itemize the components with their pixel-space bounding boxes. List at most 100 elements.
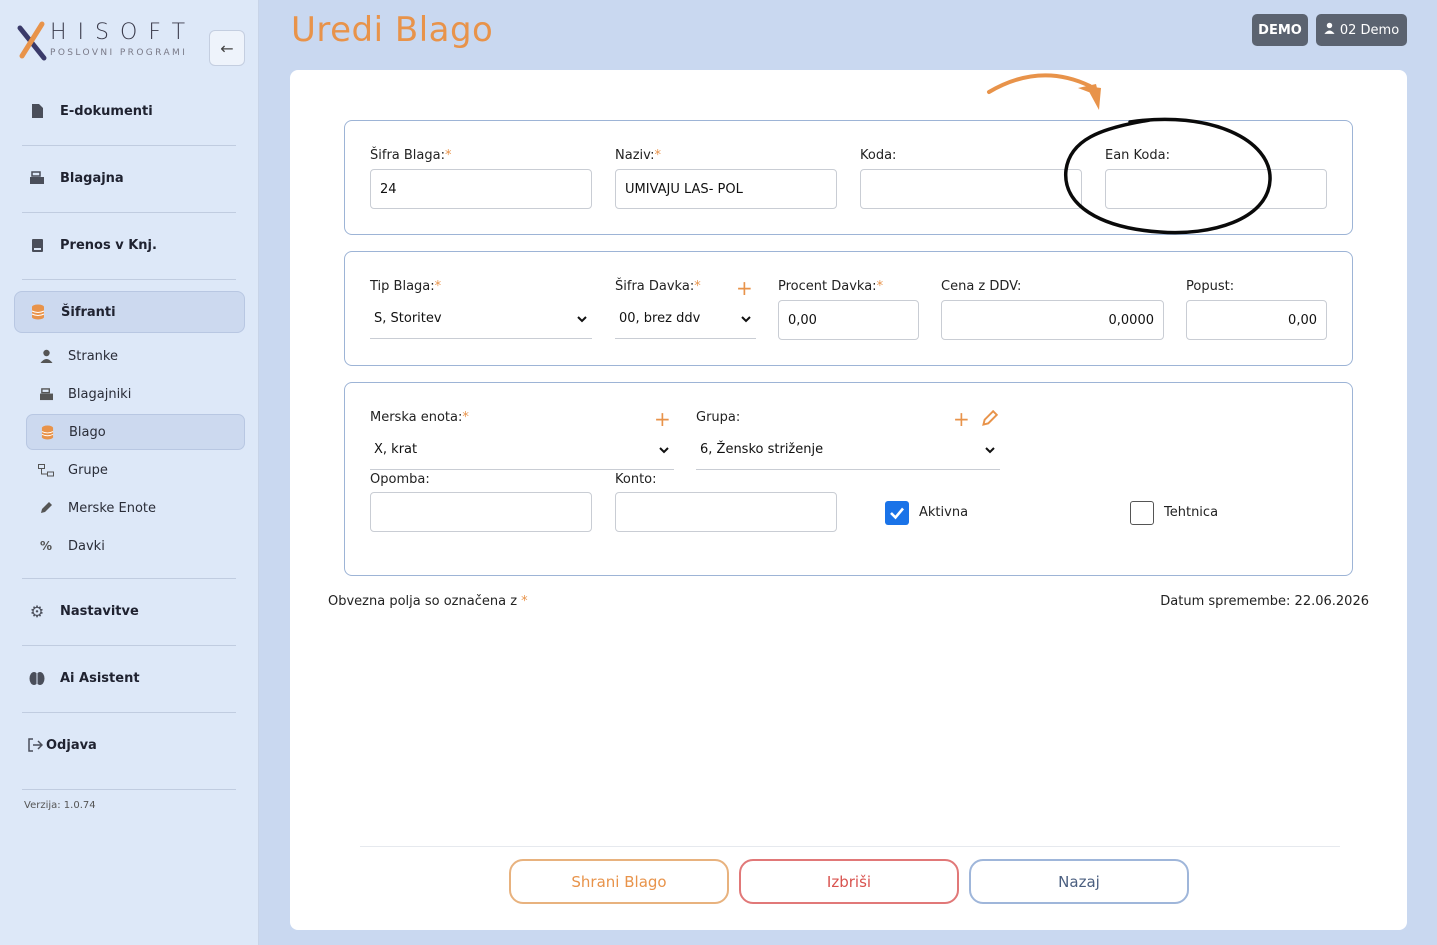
sidebar-item-label: Ai Asistent xyxy=(60,670,140,686)
naziv-input[interactable]: UMIVAJU LAS- POL xyxy=(615,169,837,209)
logo-text: HISOFT xyxy=(50,20,197,45)
merska-enota-select[interactable]: X, krat xyxy=(370,430,674,470)
sidebar-subitem-blago[interactable]: Blago xyxy=(26,414,245,450)
procent-davka-label: Procent Davka:* xyxy=(778,279,884,294)
tehtnica-label[interactable]: Tehtnica xyxy=(1164,505,1218,520)
grupa-select[interactable]: 6, Žensko striženje xyxy=(696,430,1000,470)
konto-input[interactable] xyxy=(615,492,837,532)
chevron-down-icon xyxy=(741,315,751,322)
sidebar-item-blagajna[interactable]: Blagajna xyxy=(14,157,245,199)
sidebar-divider xyxy=(22,578,236,579)
sidebar-subitem-label: Merske Enote xyxy=(68,500,157,516)
check-icon xyxy=(890,507,904,520)
file-icon xyxy=(28,102,46,120)
footer-divider xyxy=(360,846,1340,847)
sidebar-subitem-label: Davki xyxy=(68,538,105,554)
chevron-down-icon xyxy=(577,315,587,322)
sidebar-subitem-label: Blagajniki xyxy=(68,386,132,402)
add-merska-plus-icon[interactable]: + xyxy=(654,409,671,429)
page-title: Uredi Blago xyxy=(291,10,494,50)
user-menu-button[interactable]: 02 Demo xyxy=(1316,14,1407,46)
sidebar-item-odjava[interactable]: Odjava xyxy=(14,724,245,766)
opomba-input[interactable] xyxy=(370,492,592,532)
cash-register-icon xyxy=(38,386,54,402)
cash-register-icon xyxy=(28,169,46,187)
collapse-sidebar-button[interactable]: ← xyxy=(209,30,245,66)
add-davek-plus-icon[interactable]: + xyxy=(736,278,753,298)
save-button[interactable]: Shrani Blago xyxy=(509,859,729,904)
sidebar-item-ai-asistent[interactable]: Ai Asistent xyxy=(14,657,245,699)
user-icon xyxy=(1324,22,1335,38)
arrow-left-icon: ← xyxy=(220,38,234,58)
tip-blaga-select[interactable]: S, Storitev xyxy=(370,299,592,339)
cena-label: Cena z DDV: xyxy=(941,279,1022,294)
popust-input[interactable]: 0,00 xyxy=(1186,300,1327,340)
pencil-icon xyxy=(38,500,54,516)
koda-label: Koda: xyxy=(860,148,897,163)
tehtnica-checkbox[interactable] xyxy=(1130,501,1154,525)
sidebar-item-label: Odjava xyxy=(46,737,97,753)
percent-icon: % xyxy=(39,539,53,553)
sifra-blaga-input[interactable]: 24 xyxy=(370,169,592,209)
aktivna-checkbox[interactable] xyxy=(885,501,909,525)
edit-grupa-pencil-icon[interactable] xyxy=(981,409,999,431)
tip-blaga-value: S, Storitev xyxy=(374,311,442,326)
book-icon xyxy=(28,236,46,254)
section-details xyxy=(344,382,1353,576)
sidebar-subitem-merske-enote[interactable]: Merske Enote xyxy=(26,490,245,526)
gear-icon: ⚙ xyxy=(29,601,45,621)
logo-mark-icon xyxy=(17,21,47,61)
sidebar-subitem-label: Blago xyxy=(69,424,106,440)
required-fields-note: Obvezna polja so označena z * xyxy=(328,594,528,609)
hisoft-logo[interactable]: HISOFT POSLOVNI PROGRAMI xyxy=(16,18,196,66)
sidebar-subitem-label: Stranke xyxy=(68,348,118,364)
sidebar-divider xyxy=(22,712,236,713)
tip-blaga-label: Tip Blaga:* xyxy=(370,279,442,294)
sidebar-item-e-dokumenti[interactable]: E-dokumenti xyxy=(14,90,245,132)
koda-input[interactable] xyxy=(860,169,1082,209)
demo-badge: DEMO xyxy=(1252,14,1308,46)
sidebar-item-sifranti[interactable]: Šifranti xyxy=(14,291,245,333)
sidebar-item-label: Nastavitve xyxy=(60,603,139,619)
sidebar-item-label: Blagajna xyxy=(60,170,124,186)
logo-subtitle: POSLOVNI PROGRAMI xyxy=(50,48,188,58)
sidebar-item-label: Šifranti xyxy=(61,304,116,320)
sidebar-item-nastavitve[interactable]: ⚙ Nastavitve xyxy=(14,590,245,632)
sifra-davka-value: 00, brez ddv xyxy=(619,311,701,326)
sidebar-subitem-blagajniki[interactable]: Blagajniki xyxy=(26,376,245,412)
sifra-davka-label: Šifra Davka:* xyxy=(615,279,701,294)
ean-koda-input[interactable] xyxy=(1105,169,1327,209)
merska-enota-value: X, krat xyxy=(374,442,418,457)
sidebar-divider xyxy=(22,212,236,213)
sidebar-subitem-stranke[interactable]: Stranke xyxy=(26,338,245,374)
add-grupa-plus-icon[interactable]: + xyxy=(953,409,970,429)
sidebar-item-prenos[interactable]: Prenos v Knj. xyxy=(14,224,245,266)
opomba-label: Opomba: xyxy=(370,472,430,487)
sifra-blaga-label: Šifra Blaga:* xyxy=(370,148,452,163)
aktivna-label[interactable]: Aktivna xyxy=(919,505,968,520)
grupa-label: Grupa: xyxy=(696,410,741,425)
naziv-label: Naziv:* xyxy=(615,148,661,163)
sitemap-icon xyxy=(38,462,54,478)
logout-icon xyxy=(26,736,44,754)
procent-davka-input[interactable]: 0,00 xyxy=(778,300,919,340)
ean-koda-label: Ean Koda: xyxy=(1105,148,1170,163)
chevron-down-icon xyxy=(985,446,995,453)
datum-spremembe: Datum spremembe: 22.06.2026 xyxy=(1160,594,1369,609)
sidebar-divider xyxy=(22,279,236,280)
sidebar-divider xyxy=(22,789,236,790)
sidebar-divider xyxy=(22,145,236,146)
sifra-davka-select[interactable]: 00, brez ddv xyxy=(615,299,756,339)
back-button[interactable]: Nazaj xyxy=(969,859,1189,904)
sidebar-subitem-davki[interactable]: % Davki xyxy=(26,528,245,564)
sidebar-subitem-grupe[interactable]: Grupe xyxy=(26,452,245,488)
brain-icon xyxy=(28,669,46,687)
sidebar-divider xyxy=(22,645,236,646)
delete-button[interactable]: Izbriši xyxy=(739,859,959,904)
sidebar-item-label: Prenos v Knj. xyxy=(60,237,157,253)
chevron-down-icon xyxy=(659,446,669,453)
merska-enota-label: Merska enota:* xyxy=(370,410,469,425)
cena-input[interactable]: 0,0000 xyxy=(941,300,1164,340)
sidebar-subitem-label: Grupe xyxy=(68,462,108,478)
version-label: Verzija: 1.0.74 xyxy=(24,800,96,811)
